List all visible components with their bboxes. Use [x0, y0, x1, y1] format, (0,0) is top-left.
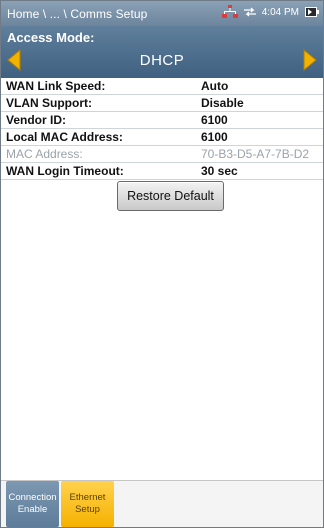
setting-row-local-mac-address[interactable]: Local MAC Address: 6100 — [1, 129, 323, 146]
restore-default-button[interactable]: Restore Default — [117, 181, 224, 211]
breadcrumb[interactable]: Home \ ... \ Comms Setup — [7, 7, 147, 21]
clock-time: 4:04 PM — [261, 6, 299, 18]
battery-icon — [305, 7, 319, 17]
previous-arrow-icon[interactable] — [6, 48, 22, 72]
setting-value[interactable]: 6100 — [201, 113, 228, 127]
setting-label: MAC Address: — [6, 147, 83, 161]
status-bar: Home \ ... \ Comms Setup 4:04 PM — [1, 1, 323, 26]
setting-row-vendor-id[interactable]: Vendor ID: 6100 — [1, 112, 323, 129]
access-mode-label: Access Mode: — [7, 30, 95, 45]
softkey-label: Ethernet — [69, 492, 106, 503]
setting-row-mac-address: MAC Address: 70-B3-D5-A7-7B-D2 — [1, 146, 323, 163]
softkey-label: Connection — [8, 492, 57, 503]
setting-row-wan-link-speed[interactable]: WAN Link Speed: Auto — [1, 78, 323, 95]
setting-row-wan-login-timeout[interactable]: WAN Login Timeout: 30 sec — [1, 163, 323, 180]
status-icons: 4:04 PM — [221, 5, 319, 19]
softkey-bar: Connection Enable Ethernet Setup — [1, 480, 323, 527]
connection-enable-softkey[interactable]: Connection Enable — [6, 481, 59, 527]
access-mode-panel: Access Mode: DHCP — [1, 26, 323, 78]
next-arrow-icon[interactable] — [302, 48, 318, 72]
setting-label: Local MAC Address: — [6, 130, 123, 144]
settings-list: WAN Link Speed: Auto VLAN Support: Disab… — [1, 78, 323, 180]
softkey-label: Enable — [17, 504, 48, 515]
ethernet-setup-softkey[interactable]: Ethernet Setup — [61, 481, 114, 527]
link-arrows-icon — [243, 7, 256, 17]
setting-label: WAN Link Speed: — [6, 79, 106, 93]
network-icon — [221, 5, 238, 19]
setting-value[interactable]: Auto — [201, 79, 228, 93]
access-mode-value[interactable]: DHCP — [31, 52, 293, 69]
setting-label: VLAN Support: — [6, 96, 92, 110]
softkey-label: Setup — [75, 504, 100, 515]
setting-value: 70-B3-D5-A7-7B-D2 — [201, 147, 310, 161]
setting-label: Vendor ID: — [6, 113, 67, 127]
setting-value[interactable]: Disable — [201, 96, 244, 110]
setting-row-vlan-support[interactable]: VLAN Support: Disable — [1, 95, 323, 112]
setting-label: WAN Login Timeout: — [6, 164, 124, 178]
setting-value[interactable]: 30 sec — [201, 164, 238, 178]
setting-value[interactable]: 6100 — [201, 130, 228, 144]
